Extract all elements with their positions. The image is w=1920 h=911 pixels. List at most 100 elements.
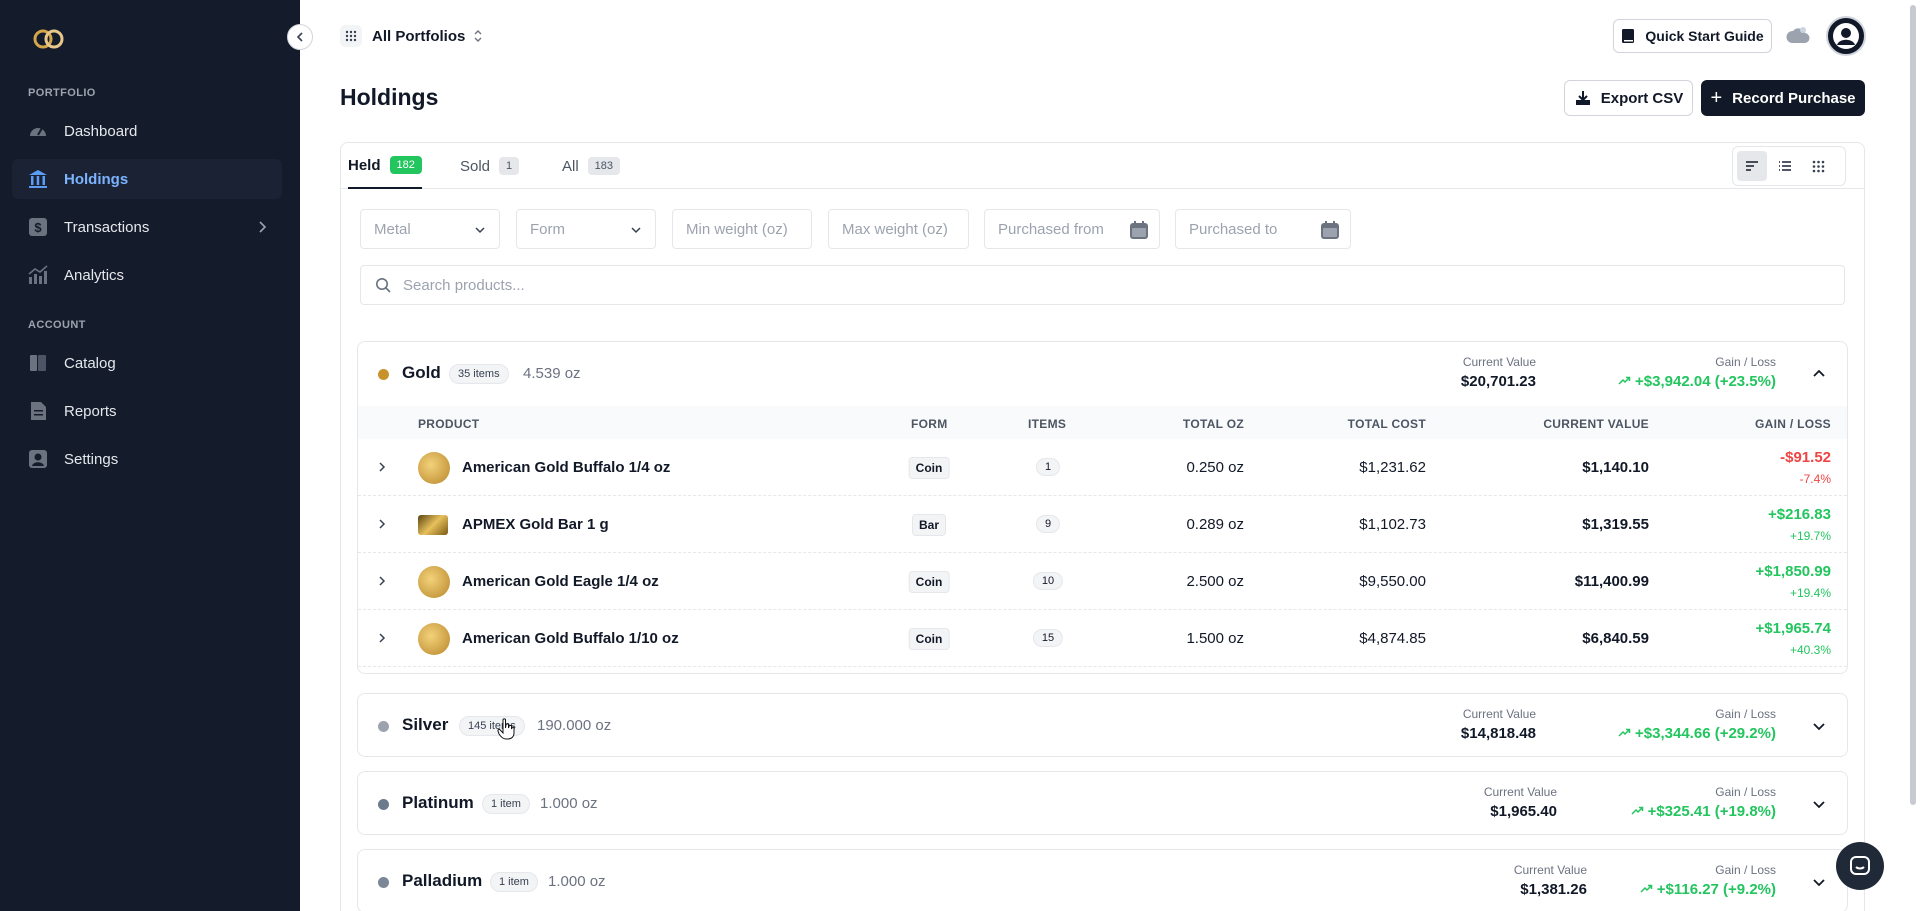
form-select[interactable]: Form xyxy=(516,209,656,249)
col-total-cost[interactable]: TOTAL COST xyxy=(1348,417,1426,431)
scrollbar-thumb[interactable] xyxy=(1910,5,1916,805)
gain-loss-amount: +$216.83 xyxy=(1768,506,1831,523)
current-value-label: Current Value xyxy=(1483,785,1557,799)
collapse-sidebar-button[interactable] xyxy=(287,24,313,50)
max-weight-input[interactable]: Max weight (oz) xyxy=(828,209,969,249)
sidebar-item-label: Settings xyxy=(64,450,119,468)
tab-all[interactable]: All 183 xyxy=(562,143,621,189)
view-toggle xyxy=(1732,146,1846,186)
tab-held[interactable]: Held 182 xyxy=(348,143,422,189)
chevron-up-icon[interactable] xyxy=(1811,366,1827,382)
tab-count: 183 xyxy=(587,157,621,175)
col-form[interactable]: FORM xyxy=(911,417,948,431)
chevron-right-icon[interactable] xyxy=(375,631,389,645)
current-value: $14,818.48 xyxy=(1460,725,1536,742)
sidebar-item-dashboard[interactable]: Dashboard xyxy=(12,111,282,151)
col-items[interactable]: ITEMS xyxy=(1028,417,1066,431)
group-header[interactable]: Palladium 1 item 1.000 oz Current Value … xyxy=(358,850,1847,911)
col-gain-loss[interactable]: GAIN / LOSS xyxy=(1755,417,1831,431)
table-row[interactable]: American Gold Eagle 1/4 oz Coin 10 2.500… xyxy=(358,553,1847,610)
sidebar-item-holdings[interactable]: Holdings xyxy=(12,159,282,199)
group-header[interactable]: Gold 35 items 4.539 oz Current Value $20… xyxy=(358,342,1847,406)
chevron-right-icon[interactable] xyxy=(375,517,389,531)
items-badge: 15 xyxy=(1032,629,1064,647)
grid-icon xyxy=(1812,160,1824,172)
group-header[interactable]: Silver 145 items 190.000 oz Current Valu… xyxy=(358,694,1847,756)
sidebar-item-settings[interactable]: Settings xyxy=(12,439,282,479)
page-scrollbar[interactable] xyxy=(1910,0,1918,810)
tab-sold[interactable]: Sold 1 xyxy=(460,143,520,189)
chevron-down-icon[interactable] xyxy=(1811,874,1827,890)
metal-color-dot xyxy=(378,799,389,810)
chevron-down-icon xyxy=(631,227,641,234)
bank-icon xyxy=(28,169,48,189)
portfolio-selector[interactable]: All Portfolios xyxy=(340,24,483,48)
gain-loss-label: Gain / Loss xyxy=(1715,355,1776,369)
current-value: $20,701.23 xyxy=(1460,373,1536,390)
sidebar-item-analytics[interactable]: Analytics xyxy=(12,255,282,295)
total-cost: $1,102.73 xyxy=(1359,516,1426,533)
trend-up-icon xyxy=(1631,806,1643,815)
chevron-down-icon[interactable] xyxy=(1811,796,1827,812)
list-icon xyxy=(1779,161,1791,171)
max-weight-placeholder: Max weight (oz) xyxy=(842,220,948,238)
col-product[interactable]: PRODUCT xyxy=(418,417,479,431)
current-value: $11,400.99 xyxy=(1574,573,1649,590)
view-grid-button[interactable] xyxy=(1803,151,1833,181)
record-purchase-button[interactable]: + Record Purchase xyxy=(1701,80,1865,116)
page-title: Holdings xyxy=(340,84,439,110)
chevron-right-icon[interactable] xyxy=(375,460,389,474)
view-grouped-button[interactable] xyxy=(1737,151,1767,181)
view-list-button[interactable] xyxy=(1770,151,1800,181)
theme-toggle-icon[interactable] xyxy=(1786,25,1810,47)
metal-group-gold: Gold 35 items 4.539 oz Current Value $20… xyxy=(357,341,1848,674)
sidebar-item-transactions[interactable]: $ Transactions xyxy=(12,207,282,247)
group-header[interactable]: Platinum 1 item 1.000 oz Current Value $… xyxy=(358,772,1847,834)
gain-loss-text: +$116.27 (+9.2%) xyxy=(1656,881,1776,898)
table-row[interactable]: American Gold Buffalo 1/4 oz Coin 1 0.25… xyxy=(358,439,1847,496)
chevron-right-icon[interactable] xyxy=(375,574,389,588)
col-current-value[interactable]: CURRENT VALUE xyxy=(1543,417,1649,431)
table-row[interactable]: American Gold Buffalo 1/10 oz Coin 15 1.… xyxy=(358,610,1847,667)
table-row[interactable]: APMEX Gold Bar 1 g Bar 9 0.289 oz $1,102… xyxy=(358,496,1847,553)
book-icon xyxy=(28,353,48,373)
purchased-to-input[interactable]: Purchased to xyxy=(1175,209,1351,249)
calendar-icon[interactable] xyxy=(1129,220,1149,240)
chevron-down-icon[interactable] xyxy=(1811,718,1827,734)
sidebar-item-label: Dashboard xyxy=(64,122,138,140)
export-csv-button[interactable]: Export CSV xyxy=(1564,80,1693,116)
search-input[interactable] xyxy=(403,276,1803,294)
purchased-to-placeholder: Purchased to xyxy=(1189,220,1278,238)
total-cost: $9,550.00 xyxy=(1359,573,1426,590)
total-oz: 2.500 oz xyxy=(1186,573,1244,590)
quick-start-guide-button[interactable]: Quick Start Guide xyxy=(1613,19,1772,53)
metal-color-dot xyxy=(378,721,389,732)
gain-loss-value: +$3,942.04 (+23.5%) xyxy=(1618,373,1776,390)
metal-select[interactable]: Metal xyxy=(360,209,500,249)
sidebar-item-reports[interactable]: Reports xyxy=(12,391,282,431)
trend-up-icon xyxy=(1640,884,1652,893)
group-name: Silver xyxy=(402,715,449,734)
form-select-value: Form xyxy=(530,220,565,238)
chevron-left-icon xyxy=(296,32,303,42)
app-logo-icon[interactable] xyxy=(32,28,66,50)
sidebar-item-catalog[interactable]: Catalog xyxy=(12,343,282,383)
col-total-oz[interactable]: TOTAL OZ xyxy=(1183,417,1244,431)
search-icon xyxy=(376,278,391,293)
user-avatar[interactable] xyxy=(1826,16,1866,56)
min-weight-input[interactable]: Min weight (oz) xyxy=(672,209,812,249)
holdings-card: Held 182 Sold 1 All 183 Metal Form Min w… xyxy=(340,142,1865,911)
gain-loss-text: +$3,942.04 (+23.5%) xyxy=(1635,373,1776,390)
product-image xyxy=(418,566,450,598)
gain-loss-amount: +$1,850.99 xyxy=(1755,563,1832,580)
items-count-badge: 1 item xyxy=(482,794,530,814)
search-box xyxy=(360,265,1845,305)
user-icon xyxy=(1833,23,1859,49)
calendar-icon[interactable] xyxy=(1320,220,1340,240)
purchased-from-input[interactable]: Purchased from xyxy=(984,209,1160,249)
chat-launcher-button[interactable] xyxy=(1836,842,1884,890)
group-total-oz: 1.000 oz xyxy=(540,795,598,812)
product-name: APMEX Gold Bar 1 g xyxy=(462,516,609,533)
gain-loss-percent: +19.7% xyxy=(1789,529,1831,543)
metal-color-dot xyxy=(378,877,389,888)
